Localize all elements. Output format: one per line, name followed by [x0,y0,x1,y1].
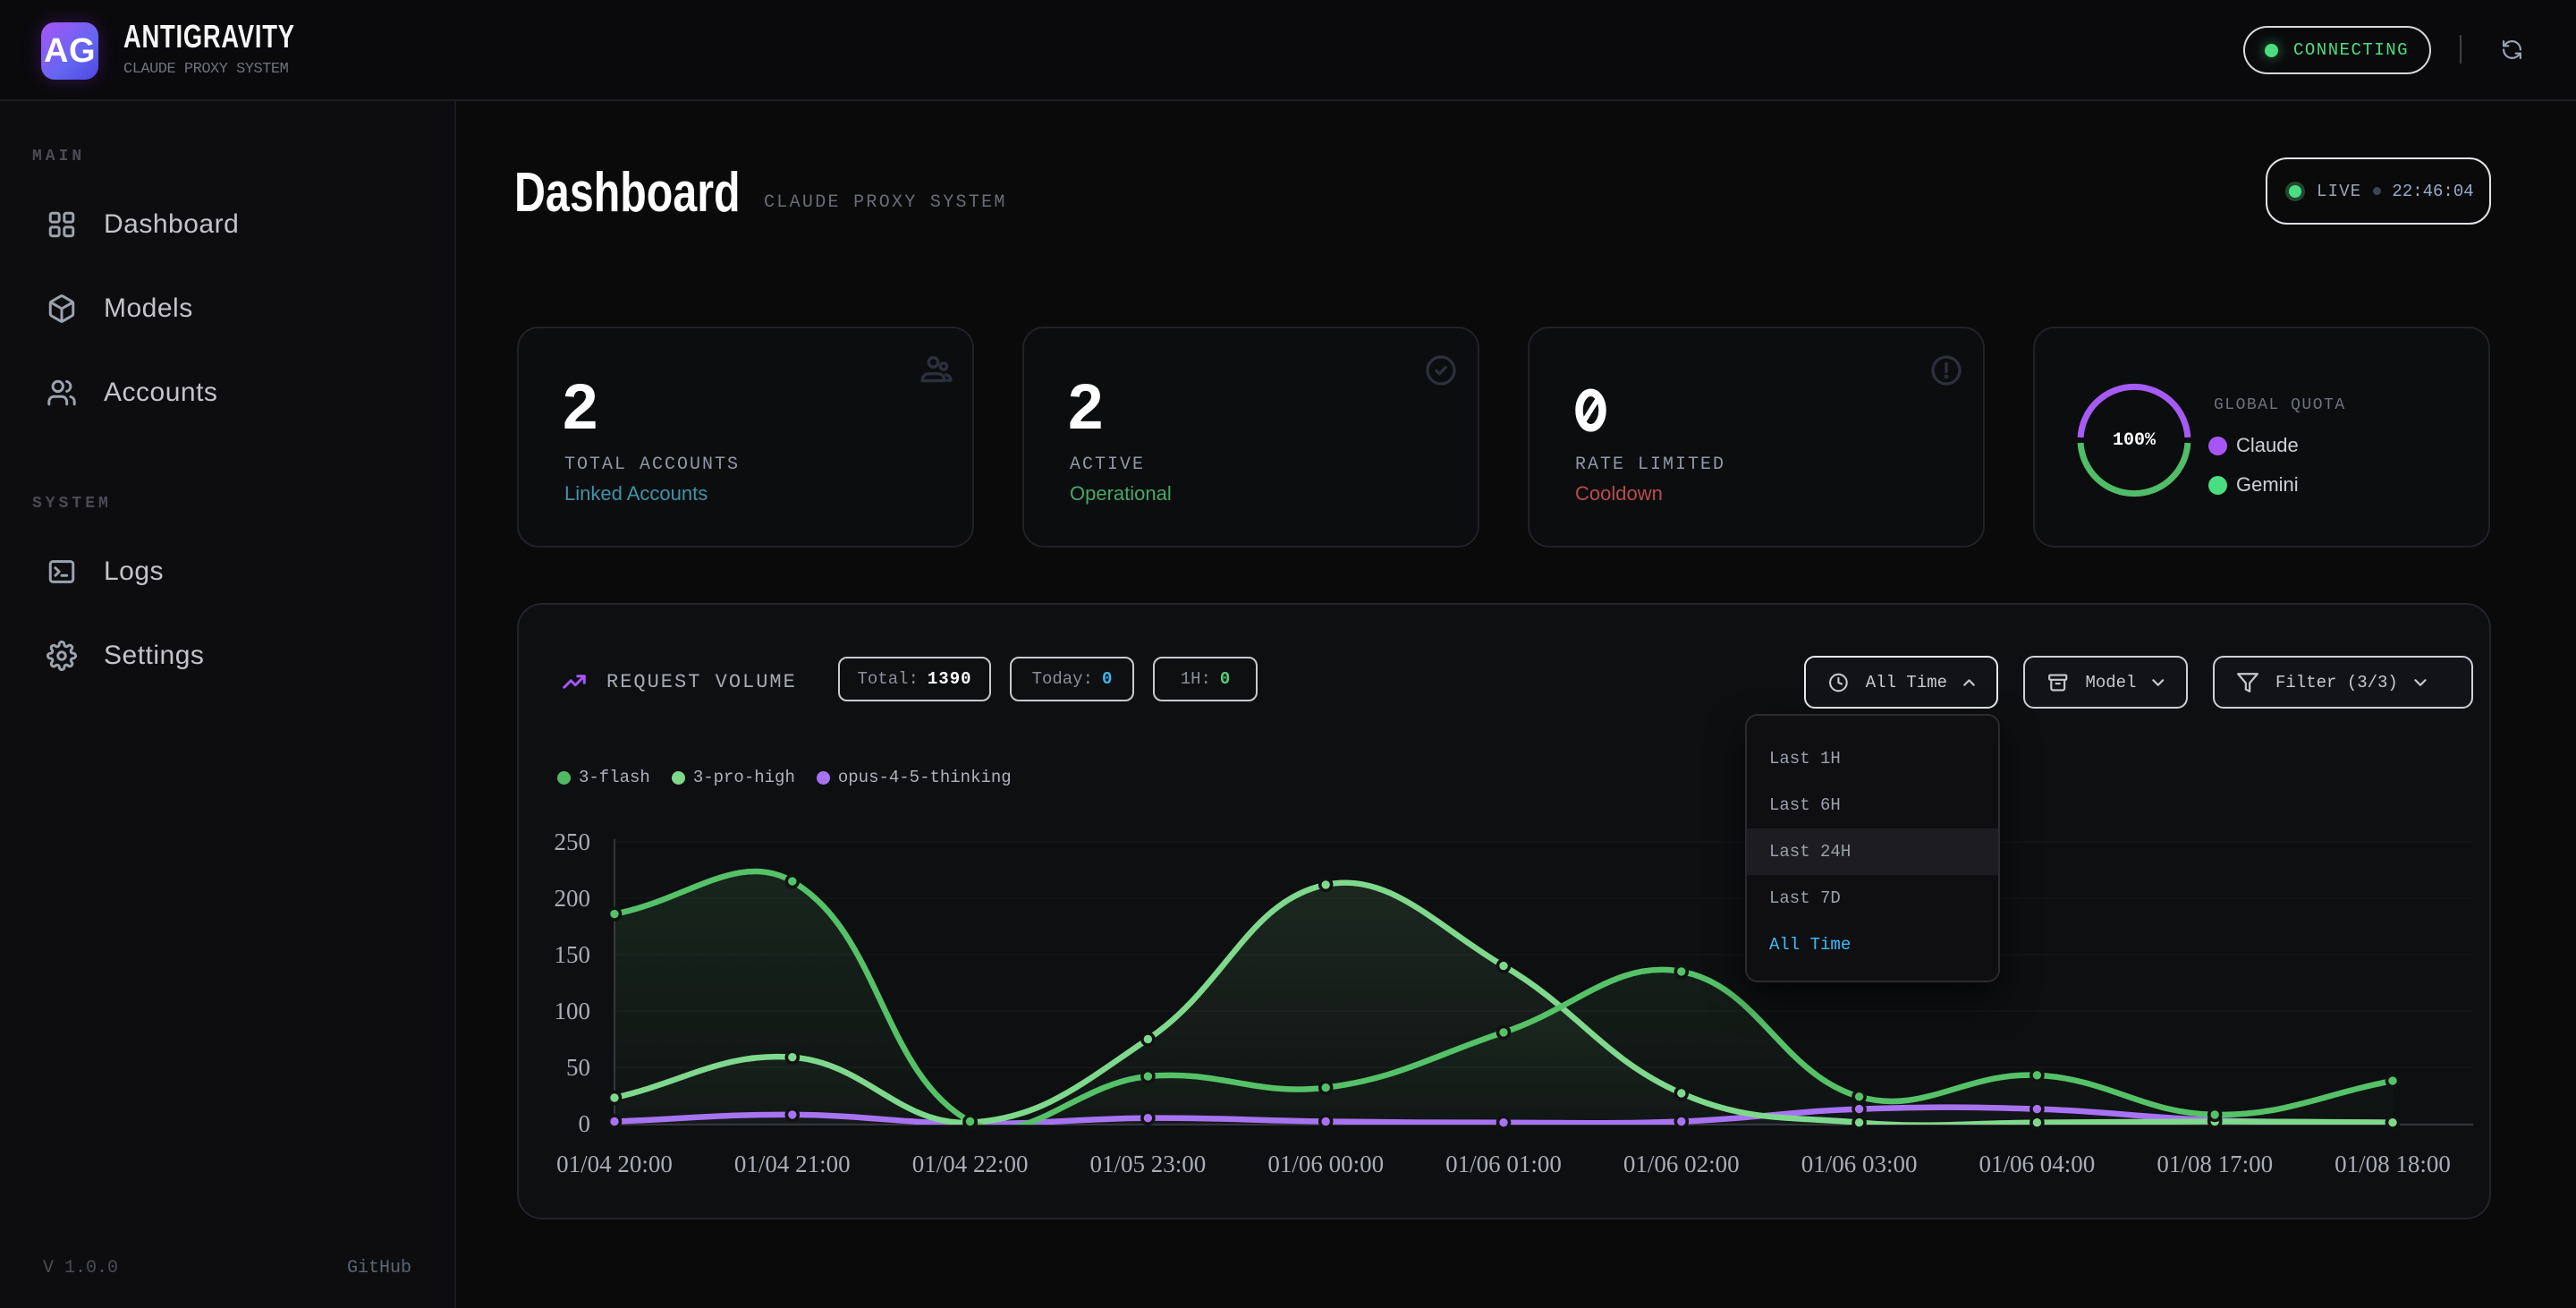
svg-text:01/06 03:00: 01/06 03:00 [1801,1151,1918,1177]
svg-text:01/04 22:00: 01/04 22:00 [912,1151,1029,1177]
svg-text:250: 250 [555,828,591,855]
svg-text:01/04 20:00: 01/04 20:00 [556,1151,673,1177]
svg-text:01/06 02:00: 01/06 02:00 [1623,1151,1740,1177]
svg-text:50: 50 [566,1054,590,1081]
svg-text:01/08 17:00: 01/08 17:00 [2157,1151,2273,1177]
svg-text:01/06 01:00: 01/06 01:00 [1445,1151,1562,1177]
svg-text:0: 0 [579,1110,591,1137]
svg-text:150: 150 [555,941,591,968]
svg-text:100: 100 [555,998,591,1024]
svg-text:01/08 18:00: 01/08 18:00 [2334,1151,2451,1177]
svg-text:01/05 23:00: 01/05 23:00 [1090,1151,1207,1177]
svg-text:200: 200 [555,885,591,912]
svg-text:01/04 21:00: 01/04 21:00 [734,1151,851,1177]
svg-text:01/06 04:00: 01/06 04:00 [1979,1151,2096,1177]
svg-text:01/06 00:00: 01/06 00:00 [1267,1151,1384,1177]
